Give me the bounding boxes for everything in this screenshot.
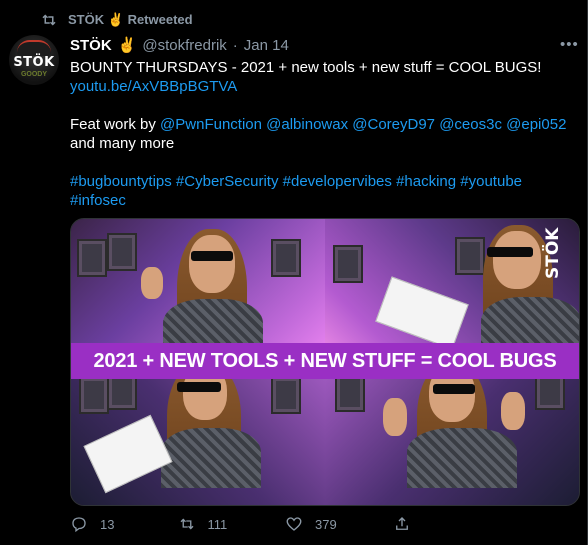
retweeter-emoji: ✌️ <box>107 12 124 27</box>
like-button[interactable]: 379 <box>285 513 393 535</box>
more-icon[interactable]: ••• <box>560 36 579 53</box>
video-thumbnail[interactable]: 2021 + NEW TOOLS + NEW STUFF = COOL BUGS… <box>70 218 580 506</box>
tweet-card[interactable]: STÖK ✌️ Retweeted STÖK GOODY STÖK ✌️ @st… <box>0 0 588 545</box>
tweet-actions: 13 111 379 <box>70 513 500 535</box>
wall-frame <box>455 237 485 275</box>
feat-line: Feat work by @PwnFunction @albinowax @Co… <box>70 115 570 134</box>
raised-hand <box>501 392 525 430</box>
like-icon <box>286 517 302 531</box>
sunglasses <box>191 251 233 261</box>
retweet-count: 111 <box>207 516 228 532</box>
author-handle[interactable]: @stokfredrik <box>142 37 226 54</box>
thumbnail-quadrant <box>325 219 579 362</box>
wall-frame <box>271 239 301 277</box>
author-name[interactable]: STÖK <box>70 37 112 54</box>
retweet-context: STÖK ✌️ Retweeted <box>40 10 193 30</box>
sunglasses <box>487 247 533 257</box>
retweet-button[interactable]: 111 <box>178 513 286 535</box>
reply-icon <box>72 517 86 533</box>
raised-hand <box>383 398 407 436</box>
reply-button[interactable]: 13 <box>70 513 178 535</box>
hashtag-link[interactable]: #developervibes <box>283 173 392 190</box>
tweet-date[interactable]: Jan 14 <box>244 37 289 54</box>
hashtags-row: #infosec <box>70 191 570 210</box>
mention-link[interactable]: @epi052 <box>506 116 566 133</box>
peace-hand <box>141 267 163 299</box>
hashtag-link[interactable]: #bugbountytips <box>70 173 172 190</box>
thumbnail-banner: 2021 + NEW TOOLS + NEW STUFF = COOL BUGS <box>71 343 579 379</box>
person-shirt <box>407 428 517 488</box>
paper-sheet <box>83 414 173 494</box>
wall-frame <box>107 233 137 271</box>
thumbnail-watermark: STÖK <box>543 227 563 279</box>
avatar-subtext: GOODY <box>20 71 48 78</box>
mention-link[interactable]: @albinowax <box>266 116 348 133</box>
reply-count: 13 <box>100 516 115 532</box>
like-count: 379 <box>315 516 337 532</box>
thumbnail-quadrant <box>325 362 579 505</box>
retweet-icon <box>42 14 56 26</box>
sunglasses <box>433 384 475 394</box>
tweet-header: STÖK ✌️ @stokfredrik · Jan 14 <box>70 36 289 55</box>
hashtag-link[interactable]: #youtube <box>460 173 522 190</box>
sunglasses <box>177 382 221 392</box>
wall-frame <box>79 376 109 414</box>
mention-link[interactable]: @ceos3c <box>439 116 502 133</box>
person-face <box>189 235 235 293</box>
thumbnail-quadrant <box>71 219 325 362</box>
banner-text: 2021 + NEW TOOLS + NEW STUFF = COOL BUGS <box>93 349 557 372</box>
retweeter-name[interactable]: STÖK <box>68 12 104 27</box>
wall-frame <box>77 239 107 277</box>
author-emoji: ✌️ <box>117 37 137 54</box>
mention-link[interactable]: @PwnFunction <box>160 116 262 133</box>
tweet-text: BOUNTY THURSDAYS - 2021 + new tools + ne… <box>70 58 570 210</box>
tweet-line-1: BOUNTY THURSDAYS - 2021 + new tools + ne… <box>70 59 542 76</box>
feat-prefix: Feat work by <box>70 116 161 133</box>
paper-sheet <box>375 276 469 350</box>
avatar-text: STÖK <box>13 55 55 70</box>
hashtag-link[interactable]: #CyberSecurity <box>176 173 279 190</box>
share-icon <box>395 517 408 530</box>
retweeted-label: Retweeted <box>127 12 193 27</box>
feat-suffix: and many more <box>70 135 175 152</box>
share-button[interactable] <box>393 513 501 535</box>
hashtag-link[interactable]: #infosec <box>70 192 126 209</box>
video-link[interactable]: youtu.be/AxVBBpBGTVA <box>70 77 570 96</box>
retweet-icon <box>180 518 193 530</box>
avatar-hat <box>17 40 51 56</box>
hashtags-row: #bugbountytips #CyberSecurity #developer… <box>70 172 570 191</box>
mention-link[interactable]: @CoreyD97 <box>352 116 435 133</box>
person-face <box>493 231 541 289</box>
avatar[interactable]: STÖK GOODY <box>9 35 59 85</box>
person-shirt <box>161 428 261 488</box>
thumbnail-quadrant <box>71 362 325 505</box>
hashtag-link[interactable]: #hacking <box>396 173 456 190</box>
separator: · <box>232 36 238 54</box>
wall-frame <box>333 245 363 283</box>
wall-frame <box>271 376 301 414</box>
wall-frame <box>335 374 365 412</box>
